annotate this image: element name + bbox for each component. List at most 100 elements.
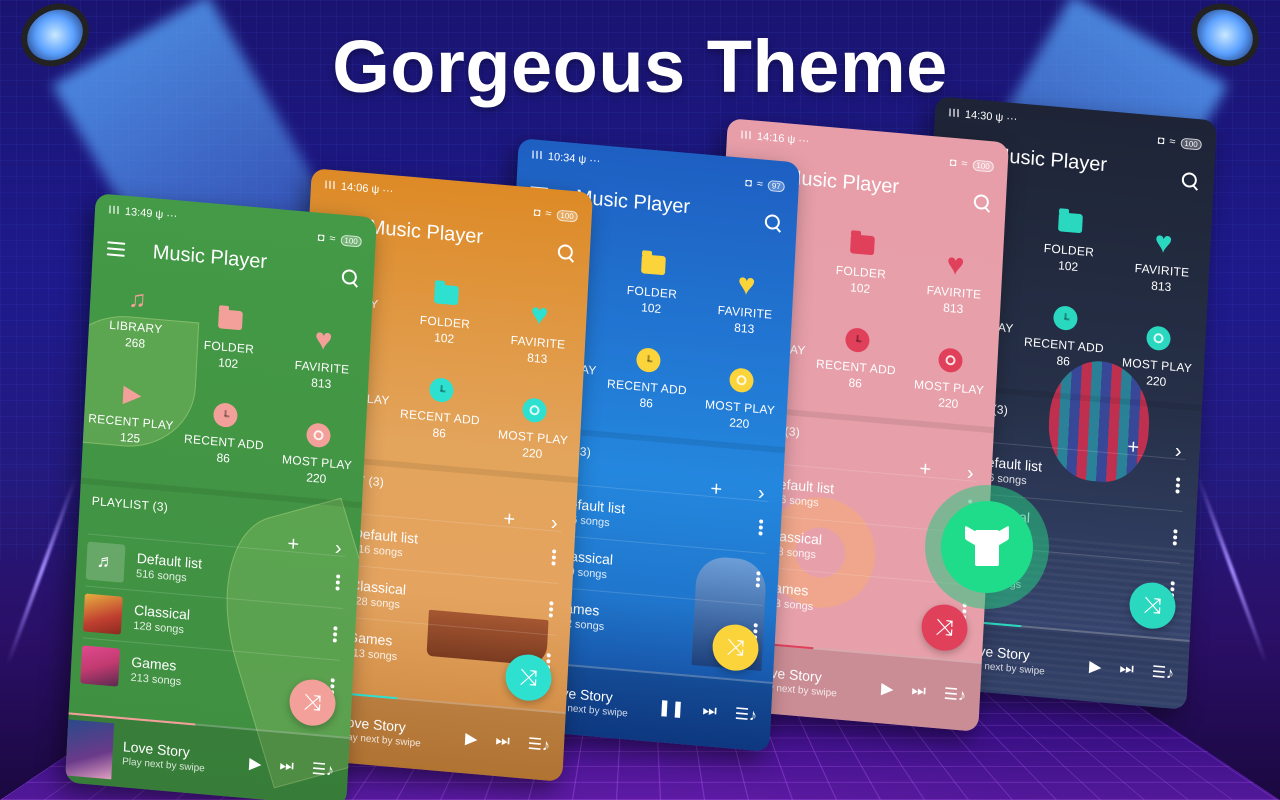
category-grid: ♫LIBRARY268FOLDER102♥FAVIRITE813▶RECENT …	[81, 279, 372, 493]
category-count: 102	[433, 329, 455, 346]
player-controls: ▶ ⏭ ☰♪	[1089, 656, 1175, 683]
battery-icon: 97	[767, 179, 786, 192]
category-count: 220	[728, 414, 750, 431]
more-options-icon[interactable]	[755, 570, 761, 588]
more-options-icon[interactable]	[335, 573, 341, 591]
theme-button[interactable]	[925, 485, 1049, 609]
category-most-play[interactable]: MOST PLAY 220	[1108, 305, 1207, 408]
category-folder[interactable]: FOLDER 102	[396, 262, 495, 365]
clock-icon	[428, 376, 455, 403]
category-recent-add[interactable]: RECENT ADD 86	[598, 327, 697, 430]
category-count: 86	[432, 424, 447, 441]
category-folder[interactable]: FOLDER 102	[1020, 190, 1119, 293]
queue-icon[interactable]: ☰♪	[734, 704, 757, 726]
category-folder[interactable]: FOLDER 102	[603, 232, 702, 335]
status-left: 13:49 ψ ···	[108, 204, 178, 222]
category-label: FAVIRITE	[926, 282, 982, 302]
menu-icon[interactable]	[106, 241, 126, 257]
category-label: FAVIRITE	[717, 302, 773, 322]
category-label: FOLDER	[626, 282, 678, 301]
category-favirite[interactable]: ♥ FAVIRITE 813	[696, 252, 795, 355]
heart-icon: ♥	[529, 297, 550, 332]
more-options-icon[interactable]	[332, 625, 338, 643]
search-icon[interactable]	[341, 269, 360, 289]
play-icon[interactable]: ▶	[881, 678, 894, 699]
skip-next-icon[interactable]: ⏭	[495, 732, 510, 751]
battery-icon: 100	[1180, 137, 1203, 150]
status-left: 10:34 ψ ···	[531, 149, 601, 167]
category-count: 813	[310, 375, 332, 391]
play-icon[interactable]: ▶	[1089, 656, 1102, 677]
vibrate-icon: ◘	[317, 231, 325, 245]
category-count: 813	[733, 320, 755, 336]
more-notifications-icon: ···	[798, 134, 810, 148]
player-controls: ▶ ⏭ ☰♪	[465, 728, 551, 755]
more-options-icon[interactable]	[1175, 476, 1181, 494]
category-label: RECENT ADD	[1023, 334, 1105, 356]
category-count: 813	[1150, 278, 1172, 294]
queue-icon[interactable]: ☰♪	[527, 734, 550, 756]
category-favirite[interactable]: ♥ FAVIRITE 813	[489, 282, 588, 385]
search-icon[interactable]	[1181, 172, 1200, 192]
more-options-icon[interactable]	[758, 518, 764, 536]
playlist-info: Classical128 songs	[349, 576, 550, 623]
category-label: RECENT ADD	[815, 356, 897, 378]
folder-icon	[217, 307, 244, 333]
category-most-play[interactable]: MOST PLAY 220	[268, 402, 367, 505]
search-icon[interactable]	[764, 214, 783, 234]
queue-icon[interactable]: ☰♪	[943, 684, 966, 706]
more-options-icon[interactable]	[1172, 528, 1178, 546]
category-most-play[interactable]: MOST PLAY 220	[691, 347, 790, 450]
category-library[interactable]: ♫ LIBRARY268	[87, 267, 186, 370]
skip-next-icon[interactable]: ⏭	[1119, 660, 1134, 679]
category-label: RECENT ADD	[399, 406, 481, 428]
category-label: FOLDER	[203, 337, 255, 356]
play-icon[interactable]: ▶	[465, 728, 478, 749]
usb-icon: ψ	[787, 133, 796, 147]
wifi-icon: ≈	[1169, 135, 1176, 149]
category-count: 268	[124, 334, 146, 351]
category-count: 102	[1057, 257, 1079, 274]
disc-icon	[1145, 324, 1172, 351]
category-count: 86	[639, 394, 654, 411]
search-icon[interactable]	[973, 194, 992, 214]
category-favirite[interactable]: ♥ FAVIRITE 813	[1113, 210, 1212, 313]
skip-next-icon[interactable]: ⏭	[702, 702, 717, 721]
more-options-icon[interactable]	[548, 600, 554, 618]
usb-icon: ψ	[371, 183, 380, 197]
category-most-play[interactable]: MOST PLAY 220	[484, 377, 583, 480]
skip-next-icon[interactable]: ⏭	[911, 682, 926, 701]
category-most-play[interactable]: MOST PLAY 220	[900, 327, 999, 430]
skip-next-icon[interactable]: ⏭	[279, 757, 294, 776]
pause-icon[interactable]: ❚❚	[657, 697, 685, 719]
playlist-info: Classical128 songs	[133, 601, 334, 648]
wifi-icon: ≈	[756, 178, 764, 191]
category-count: 125	[119, 429, 141, 446]
heart-icon: ♥	[945, 247, 966, 282]
status-left: 14:06 ψ ···	[324, 179, 394, 197]
category-folder[interactable]: FOLDER 102	[180, 287, 279, 390]
queue-icon[interactable]: ☰♪	[1151, 662, 1174, 684]
category-label: FAVIRITE	[294, 357, 350, 377]
headline: Gorgeous Theme	[332, 25, 948, 108]
play-icon[interactable]: ▶	[249, 753, 262, 774]
category-favirite[interactable]: ♥ FAVIRITE 813	[273, 307, 372, 410]
category-recent-add[interactable]: RECENT ADD 86	[391, 357, 490, 460]
disc-icon	[937, 346, 964, 373]
queue-icon[interactable]: ☰♪	[311, 759, 334, 781]
shuffle-icon: ⤨	[303, 688, 322, 716]
category-recent-add[interactable]: RECENT ADD 86	[175, 382, 274, 485]
search-icon[interactable]	[557, 244, 576, 264]
folder-icon	[433, 282, 460, 308]
category-folder[interactable]: FOLDER 102	[812, 212, 911, 315]
more-options-icon[interactable]	[551, 548, 557, 566]
status-time: 10:34	[547, 150, 576, 166]
category-favirite[interactable]: ♥ FAVIRITE 813	[905, 232, 1004, 335]
playlist-info: Classical 129 songs	[556, 546, 757, 593]
play-icon: ▶	[122, 379, 143, 409]
category-recent-add[interactable]: RECENT ADD 86	[1015, 285, 1114, 388]
t-shirt-icon	[965, 525, 1009, 568]
category-recent-play[interactable]: ▶RECENT PLAY125	[82, 362, 181, 465]
category-recent-add[interactable]: RECENT ADD 86	[807, 307, 906, 410]
signal-icon	[531, 150, 545, 160]
